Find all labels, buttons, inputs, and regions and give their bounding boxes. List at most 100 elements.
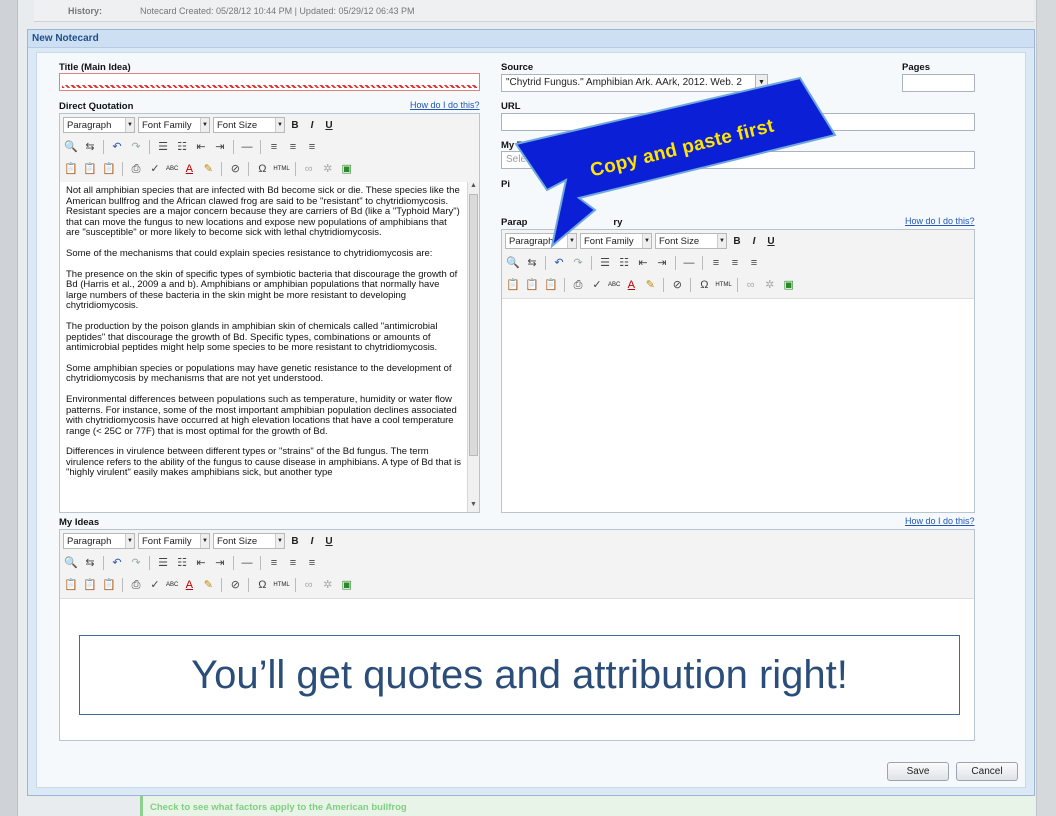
print-icon[interactable]: ⎙ <box>128 577 144 593</box>
text-color-icon[interactable]: A <box>181 161 197 177</box>
align-right-icon[interactable]: ≡ <box>304 139 320 155</box>
image-icon[interactable]: ▣ <box>339 161 355 177</box>
align-left-icon[interactable]: ≡ <box>266 139 282 155</box>
redo-icon[interactable]: ↷ <box>128 555 144 571</box>
font-family-select[interactable]: Font Family ▼ <box>138 533 210 549</box>
spellcheck-icon[interactable]: ✓ <box>147 577 163 593</box>
toolbar-separator <box>233 556 234 570</box>
spellcheck-icon[interactable]: ✓ <box>147 161 163 177</box>
save-button[interactable]: Save <box>887 762 949 781</box>
cancel-button[interactable]: Cancel <box>956 762 1018 781</box>
my-ideas-label: My Ideas <box>59 517 100 528</box>
title-label: Title (Main Idea) <box>59 62 131 73</box>
link-icon[interactable]: ∞ <box>301 161 317 177</box>
my-ideas-help-link[interactable]: How do I do this? <box>905 516 975 526</box>
font-size-select[interactable]: Font Size ▼ <box>213 533 285 549</box>
toolbar-separator <box>248 162 250 176</box>
numbered-list-icon[interactable]: ☷ <box>174 139 190 155</box>
paste-word-icon[interactable]: 📋 <box>101 161 117 177</box>
direct-quotation-content[interactable]: Not all amphibian species that are infec… <box>60 182 467 512</box>
outdent-icon[interactable]: ⇤ <box>193 555 209 571</box>
chevron-down-icon: ▼ <box>125 534 134 548</box>
align-center-icon[interactable]: ≡ <box>285 555 301 571</box>
paste-text-icon[interactable]: 📋 <box>82 577 98 593</box>
image-icon[interactable]: ▣ <box>339 577 355 593</box>
quote-paragraph: The production by the poison glands in a… <box>66 320 438 354</box>
bold-button[interactable]: B <box>288 536 302 547</box>
paste-icon[interactable]: 📋 <box>63 577 79 593</box>
font-size-select[interactable]: Font Size ▼ <box>213 117 285 133</box>
bullet-list-icon[interactable]: ☰ <box>155 139 171 155</box>
highlight-color-icon[interactable]: ✎ <box>200 161 216 177</box>
attribution-callout-text: You’ll get quotes and attribution right! <box>191 652 848 697</box>
chevron-down-icon: ▼ <box>200 534 209 548</box>
toolbar-separator <box>122 578 123 592</box>
toolbar-separator <box>260 140 261 154</box>
paste-text-icon[interactable]: 📋 <box>82 161 98 177</box>
special-char-icon[interactable]: Ω <box>254 577 270 593</box>
toolbar-separator <box>248 578 250 592</box>
horizontal-rule-icon[interactable]: — <box>239 139 255 155</box>
italic-button[interactable]: I <box>305 536 319 547</box>
html-source-button[interactable]: HTML <box>273 582 289 588</box>
remove-format-icon[interactable]: ⊘ <box>227 161 243 177</box>
align-left-icon[interactable]: ≡ <box>266 555 282 571</box>
highlight-color-icon[interactable]: ✎ <box>200 577 216 593</box>
quote-paragraph: The presence on the skin of specific typ… <box>66 268 458 312</box>
underline-button[interactable]: U <box>322 120 336 131</box>
history-bar: History: Notecard Created: 05/28/12 10:4… <box>34 0 1034 22</box>
history-text: Notecard Created: 05/28/12 10:44 PM | Up… <box>140 5 415 16</box>
chevron-down-icon: ▼ <box>200 118 209 132</box>
toolbar-separator <box>233 140 234 154</box>
italic-button[interactable]: I <box>305 120 319 131</box>
toolbar-separator <box>149 556 150 570</box>
toolbar-separator <box>122 162 123 176</box>
unlink-icon[interactable]: ✲ <box>320 161 336 177</box>
paraphrase-help-link[interactable]: How do I do this? <box>905 216 975 226</box>
html-source-button[interactable]: HTML <box>273 166 289 172</box>
toolbar-separator <box>149 140 150 154</box>
toolbar-separator <box>103 140 104 154</box>
remove-format-icon[interactable]: ⊘ <box>227 577 243 593</box>
format-select[interactable]: Paragraph ▼ <box>63 533 135 549</box>
find-icon[interactable]: 🔍 <box>63 139 79 155</box>
quote-paragraph: Environmental differences between popula… <box>66 393 457 437</box>
replace-icon[interactable]: ⇆ <box>82 139 98 155</box>
spellcheck-abc-label: ABC <box>166 166 179 172</box>
horizontal-rule-icon[interactable]: — <box>239 555 255 571</box>
attribution-callout: You’ll get quotes and attribution right! <box>79 635 960 715</box>
align-right-icon[interactable]: ≡ <box>304 555 320 571</box>
unlink-icon[interactable]: ✲ <box>320 577 336 593</box>
find-icon[interactable]: 🔍 <box>63 555 79 571</box>
undo-icon[interactable]: ↶ <box>109 555 125 571</box>
underline-button[interactable]: U <box>322 536 336 547</box>
redo-icon[interactable]: ↷ <box>128 139 144 155</box>
print-icon[interactable]: ⎙ <box>128 161 144 177</box>
footer-link[interactable]: Check to see what factors apply to the A… <box>150 802 407 813</box>
indent-icon[interactable]: ⇥ <box>212 139 228 155</box>
paste-word-icon[interactable]: 📋 <box>101 577 117 593</box>
numbered-list-icon[interactable]: ☷ <box>174 555 190 571</box>
link-icon[interactable]: ∞ <box>301 577 317 593</box>
quote-paragraph: Differences in virulence between differe… <box>66 446 462 479</box>
format-select[interactable]: Paragraph ▼ <box>63 117 135 133</box>
undo-icon[interactable]: ↶ <box>109 139 125 155</box>
paraphrase-content[interactable] <box>502 298 974 512</box>
indent-icon[interactable]: ⇥ <box>212 555 228 571</box>
toolbar-separator <box>221 578 223 592</box>
direct-quotation-editor: Paragraph ▼ Font Family ▼ Font Size ▼ B I U… <box>59 113 480 513</box>
outdent-icon[interactable]: ⇤ <box>193 139 209 155</box>
align-center-icon[interactable]: ≡ <box>285 139 301 155</box>
bullet-list-icon[interactable]: ☰ <box>155 555 171 571</box>
special-char-icon[interactable]: Ω <box>254 161 270 177</box>
font-family-select[interactable]: Font Family ▼ <box>138 117 210 133</box>
text-color-icon[interactable]: A <box>181 577 197 593</box>
title-input[interactable] <box>59 73 480 91</box>
paste-icon[interactable]: 📋 <box>63 161 79 177</box>
pages-input[interactable] <box>902 74 975 92</box>
bold-button[interactable]: B <box>288 120 302 131</box>
replace-icon[interactable]: ⇆ <box>82 555 98 571</box>
quote-paragraph: Some of the mechanisms that could explai… <box>66 247 433 259</box>
scroll-down-icon[interactable]: ▼ <box>468 501 479 512</box>
chevron-down-icon: ▼ <box>125 118 134 132</box>
